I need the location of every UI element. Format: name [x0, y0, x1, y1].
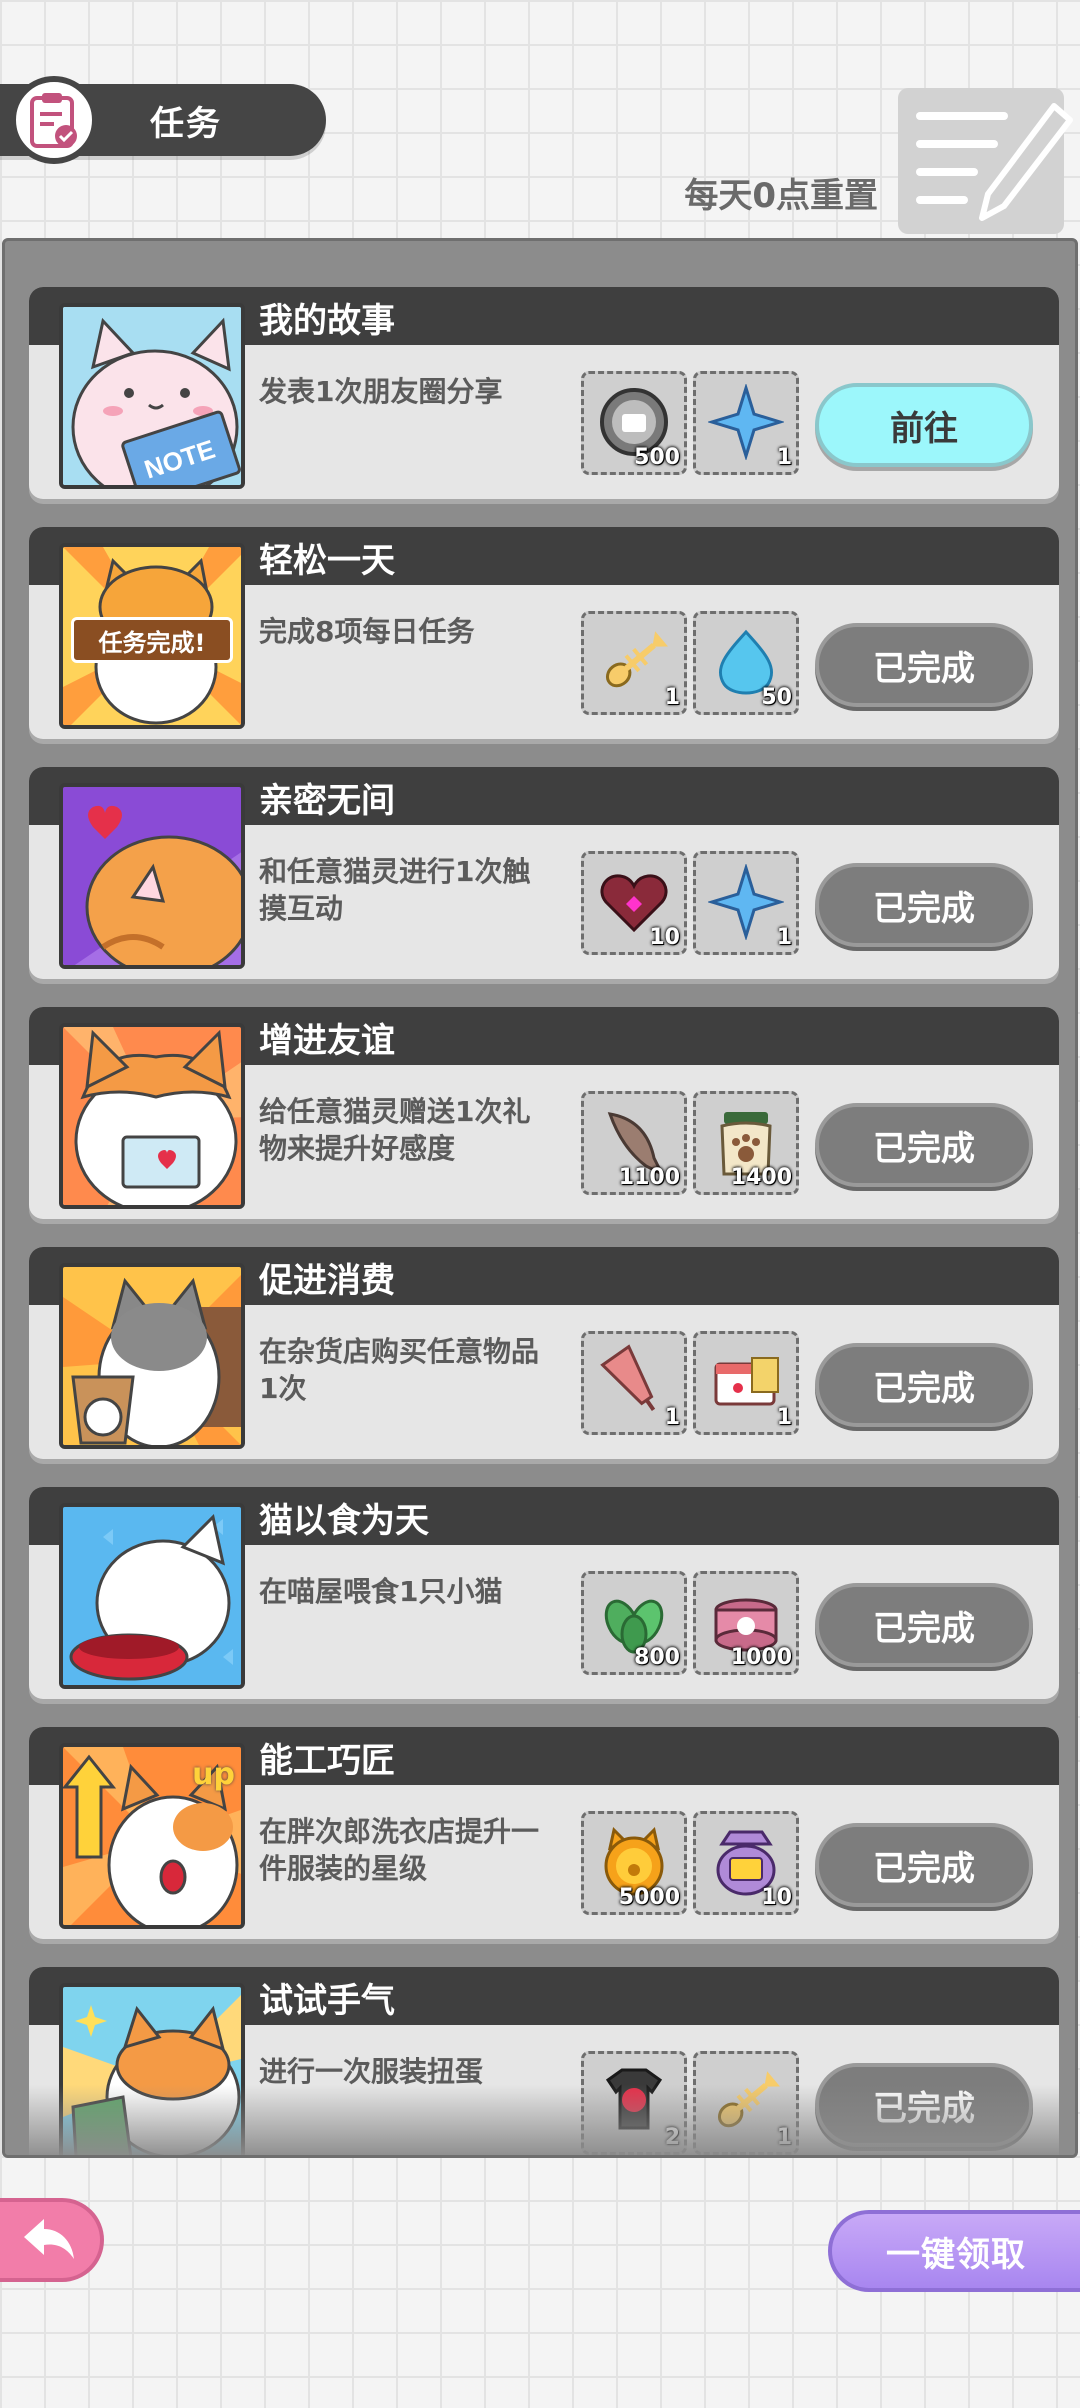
task-title: 轻松一天 [259, 541, 395, 581]
reward-quantity: 10 [649, 925, 680, 950]
task-card-try-luck: 试试手气 进行一次服装扭蛋 2 1 已完成 [29, 1967, 1059, 2155]
reward-slot[interactable]: 1400 [693, 1091, 799, 1195]
task-description: 给任意猫灵赠送1次礼物来提升好感度 [259, 1095, 531, 1165]
reset-note: 每天0点重置 [684, 176, 878, 216]
cat-shopping-art [59, 1263, 245, 1449]
completed-button[interactable]: 已完成 [815, 1823, 1033, 1907]
completed-button[interactable]: 已完成 [815, 1103, 1033, 1187]
task-card-my-story: 我的故事 NOTE 发表1次朋友圈分享 500 1 前往 [29, 287, 1059, 499]
cat-note-art: NOTE [59, 303, 245, 489]
reward-slot[interactable]: 1 [693, 1331, 799, 1435]
completed-button[interactable]: 已完成 [815, 623, 1033, 707]
reward-quantity: 1400 [730, 1165, 792, 1190]
task-title: 增进友谊 [259, 1021, 395, 1061]
task-card-easy-day: 轻松一天 任务完成! 完成8项每日任务 1 50 已完成 [29, 527, 1059, 739]
task-title: 亲密无间 [259, 781, 395, 821]
task-title: 猫以食为天 [259, 1501, 429, 1541]
reward-slot[interactable]: 2 [581, 2051, 687, 2155]
task-card-consumption: 促进消费 在杂货店购买任意物品1次 1 1 已完成 [29, 1247, 1059, 1459]
task-title: 我的故事 [259, 301, 395, 341]
blue-star-icon [708, 864, 784, 940]
completed-button[interactable]: 已完成 [815, 863, 1033, 947]
completed-button[interactable]: 已完成 [815, 2063, 1033, 2147]
reward-quantity: 1 [776, 925, 792, 950]
task-title: 试试手气 [259, 1981, 395, 2021]
reward-slot[interactable]: 1000 [693, 1571, 799, 1675]
reward-quantity: 800 [634, 1645, 680, 1670]
reward-quantity: 1100 [618, 1165, 680, 1190]
task-card-craftsman: 能工巧匠 up 在胖次郎洗衣店提升一件服装的星级 5000 10 已完成 [29, 1727, 1059, 1939]
up-label: up [192, 1757, 235, 1792]
umbrella-icon [600, 1344, 656, 1411]
completed-button[interactable]: 已完成 [815, 1583, 1033, 1667]
reward-slot[interactable]: 1 [693, 2051, 799, 2155]
task-description: 发表1次朋友圈分享 [259, 375, 503, 408]
reward-slot[interactable]: 1 [693, 371, 799, 475]
reward-slot[interactable]: 5000 [581, 1811, 687, 1915]
task-description: 在喵屋喂食1只小猫 [259, 1575, 503, 1608]
reward-quantity: 1 [664, 1405, 680, 1430]
reward-slot[interactable]: 500 [581, 371, 687, 475]
reward-slot[interactable]: 50 [693, 611, 799, 715]
orange-cat-heart-art [59, 783, 245, 969]
task-card-intimate: 亲密无间 和任意猫灵进行1次触摸互动 10 1 已完成 [29, 767, 1059, 979]
reward-slot[interactable]: 1 [693, 851, 799, 955]
task-description: 在胖次郎洗衣店提升一件服装的星级 [259, 1815, 540, 1885]
task-card-friendship: 增进友谊 给任意猫灵赠送1次礼物来提升好感度 1100 1400 已完成 [29, 1007, 1059, 1219]
reward-quantity: 1 [776, 2125, 792, 2150]
cat-letter-art [59, 1023, 245, 1209]
task-description: 进行一次服装扭蛋 [259, 2055, 484, 2088]
gacha-shirt-icon [605, 2068, 663, 2130]
notepad-pencil-icon [894, 86, 1080, 236]
fishbone-icon [717, 2071, 781, 2128]
reward-slot[interactable]: 10 [693, 1811, 799, 1915]
back-button[interactable] [0, 2198, 104, 2282]
fishbone-icon [605, 631, 669, 688]
back-arrow-icon [24, 2219, 74, 2259]
cat-food-bowl-art [59, 1503, 245, 1689]
cat-upgrade-art: up [59, 1743, 245, 1929]
reward-slot[interactable]: 10 [581, 851, 687, 955]
task-list-panel[interactable]: 我的故事 NOTE 发表1次朋友圈分享 500 1 前往 轻松一天 任务完成! … [2, 238, 1078, 2158]
reward-quantity: 5000 [618, 1885, 680, 1910]
claim-all-button[interactable]: 一键领取 [828, 2210, 1080, 2292]
blue-star-icon [708, 384, 784, 460]
reward-slot[interactable]: 1 [581, 611, 687, 715]
reward-quantity: 10 [761, 1885, 792, 1910]
reward-quantity: 1000 [730, 1645, 792, 1670]
task-description: 完成8项每日任务 [259, 615, 475, 648]
reward-quantity: 1 [776, 445, 792, 470]
task-complete-banner: 任务完成! [71, 617, 233, 663]
task-description: 在杂货店购买任意物品1次 [259, 1335, 540, 1405]
reward-quantity: 1 [776, 1405, 792, 1430]
clipboard-check-icon [10, 76, 98, 164]
reward-quantity: 500 [634, 445, 680, 470]
task-title: 能工巧匠 [259, 1741, 395, 1781]
envelope-card-icon [714, 1357, 779, 1406]
reward-quantity: 50 [761, 685, 792, 710]
reward-slot[interactable]: 1 [581, 1331, 687, 1435]
cat-task-complete-art: 任务完成! [59, 543, 245, 729]
reward-quantity: 2 [664, 2125, 680, 2150]
task-card-food: 猫以食为天 在喵屋喂食1只小猫 800 1000 已完成 [29, 1487, 1059, 1699]
task-description: 和任意猫灵进行1次触摸互动 [259, 855, 531, 925]
reward-slot[interactable]: 800 [581, 1571, 687, 1675]
task-title: 促进消费 [259, 1261, 395, 1301]
completed-button[interactable]: 已完成 [815, 1343, 1033, 1427]
go-button[interactable]: 前往 [815, 383, 1033, 467]
reward-quantity: 1 [664, 685, 680, 710]
cat-gacha-art [59, 1983, 245, 2155]
reward-slot[interactable]: 1100 [581, 1091, 687, 1195]
page-title: 任务 [150, 104, 222, 144]
